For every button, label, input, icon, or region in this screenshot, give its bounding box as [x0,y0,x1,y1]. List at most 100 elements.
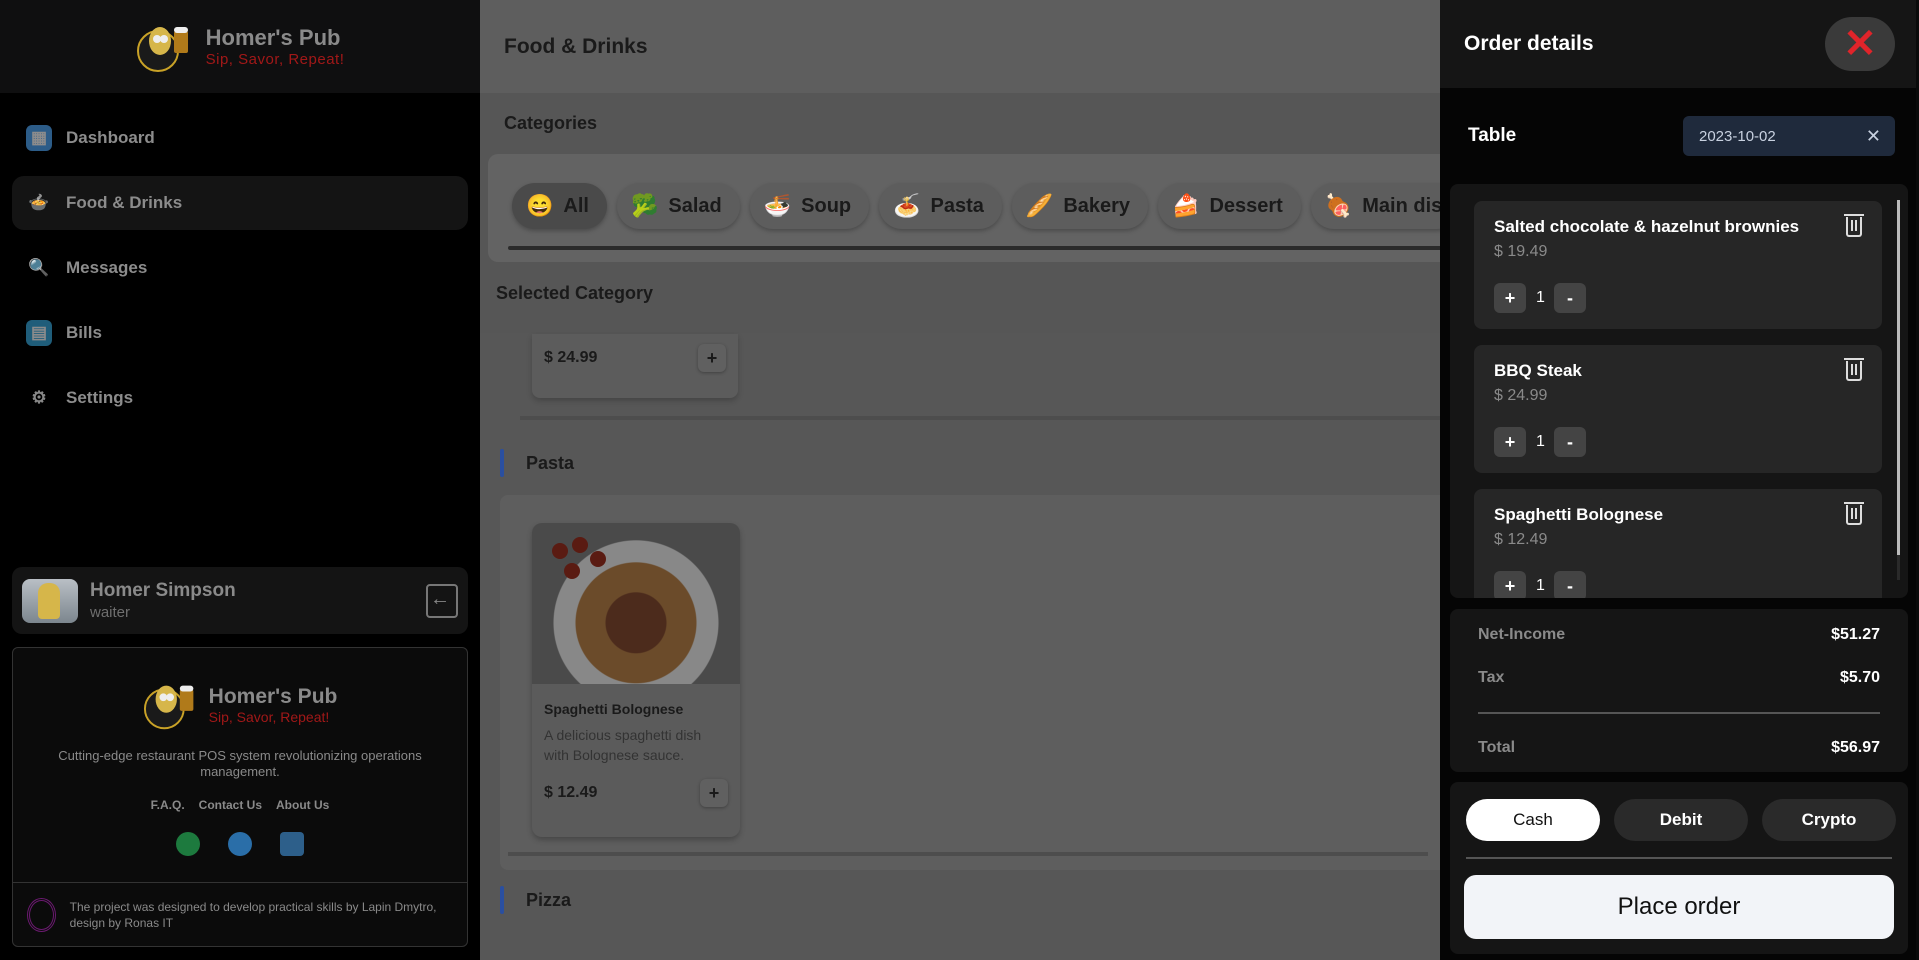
sidebar-item-dashboard[interactable]: ▦ Dashboard [12,111,468,165]
sidebar-item-settings[interactable]: ⚙ Settings [12,371,468,425]
whatsapp-icon[interactable] [176,832,200,856]
categories-title: Categories [504,113,598,133]
user-name: Homer Simpson [90,580,236,601]
about-us-link[interactable]: About Us [276,798,329,812]
broccoli-icon: 🥦 [630,193,659,218]
payment-cash-button[interactable]: Cash [1466,799,1600,841]
sidebar-item-label: Food & Drinks [66,193,183,212]
sidebar-item-label: Bills [66,323,102,342]
totals-divider [1478,712,1880,714]
contact-us-link[interactable]: Contact Us [199,798,262,812]
footer-links: F.A.Q. Contact Us About Us [13,798,467,812]
tax-value: $5.70 [1839,669,1880,686]
footer-credit: The project was designed to develop prac… [69,899,437,930]
place-order-button[interactable]: Place order [1464,875,1894,939]
order-item-name: Spaghetti Bolognese [1494,505,1664,524]
quantity-value: 1 [1536,577,1545,594]
section-divider [520,416,1440,420]
food-image [532,523,740,684]
add-to-order-button[interactable]: + [698,344,726,372]
brand-tagline: Sip, Savor, Repeat! [205,51,345,68]
close-button[interactable]: ✕ [1825,17,1895,71]
trash-icon[interactable] [1844,502,1864,525]
payment-divider [1466,857,1892,859]
user-card: Homer Simpson waiter [12,567,468,634]
clear-icon[interactable]: ✕ [1866,126,1881,147]
category-chip-main-dish[interactable]: 🍖 Main dis [1310,183,1461,229]
homer-logo [143,685,194,730]
food-name: Spaghetti Bolognese [544,701,684,717]
order-item: Spaghetti Bolognese $ 12.49 + 1 - [1474,489,1882,598]
section-label: Pasta [526,452,575,473]
soup-icon: 🍜 [763,193,792,218]
baguette-icon: 🥖 [1025,193,1054,218]
meat-icon: 🍖 [1324,193,1353,218]
category-label: Main dis [1362,194,1443,217]
category-chip-bakery[interactable]: 🥖 Bakery [1011,183,1149,229]
sidebar-item-label: Settings [66,388,134,407]
telegram-icon[interactable] [228,832,252,856]
category-label: Salad [668,194,722,217]
pasta-icon: 🍝 [893,193,921,218]
close-icon: ✕ [1843,22,1877,66]
food-card-partial: $ 24.99 + [532,334,738,398]
sidebar: Homer's Pub Sip, Savor, Repeat! ▦ Dashbo… [0,0,480,960]
food-price: $ 24.99 [544,349,598,366]
page-title: Food & Drinks [480,0,1440,93]
food-description: A delicious spaghetti dish with Bolognes… [544,727,702,763]
footer-brand: Homer's Pub Sip, Savor, Repeat! [13,674,467,736]
mail-icon[interactable] [280,832,304,856]
category-chip-all[interactable]: 😄 All [512,183,607,229]
category-label: All [563,194,589,217]
brand: Homer's Pub Sip, Savor, Repeat! [0,0,480,93]
section-label: Pizza [526,889,572,910]
decrease-quantity-button[interactable]: - [1554,571,1586,598]
net-income-label: Net-Income [1478,626,1566,643]
order-item-name: BBQ Steak [1494,361,1582,380]
food-icon: 🍲 [28,193,50,212]
category-label: Soup [801,194,852,217]
footer-description: Cutting-edge restaurant POS system revol… [58,748,422,779]
category-label: Bakery [1063,194,1131,217]
food-card[interactable]: Spaghetti Bolognese A delicious spaghett… [532,523,740,837]
sidebar-item-bills[interactable]: ▤ Bills [12,306,468,360]
fingerprint-icon [27,897,56,932]
brand-name: Homer's Pub [205,25,341,50]
categories-scrollbar[interactable] [508,246,1468,250]
order-item-name: Salted chocolate & hazelnut brownies [1494,217,1800,236]
category-chip-salad[interactable]: 🥦 Salad [616,183,740,229]
order-items-scrollbar[interactable] [1897,200,1900,580]
decrease-quantity-button[interactable]: - [1554,283,1586,313]
faq-link[interactable]: F.A.Q. [151,798,185,812]
net-income-value: $51.27 [1831,626,1880,643]
increase-quantity-button[interactable]: + [1494,283,1526,313]
category-chip-soup[interactable]: 🍜 Soup [749,183,870,229]
order-details-panel: Order details ✕ Table 2023-10-02 ✕ Salte… [1440,0,1919,960]
trash-icon[interactable] [1844,214,1864,237]
logout-icon[interactable] [426,583,458,618]
order-totals: Net-Income $51.27 Tax $5.70 Total $56.97 [1450,609,1908,772]
increase-quantity-button[interactable]: + [1494,427,1526,457]
section-divider [508,852,1428,856]
avatar [22,578,78,623]
bills-icon: ▤ [26,320,52,346]
payment-debit-button[interactable]: Debit [1614,799,1748,841]
category-chip-dessert[interactable]: 🍰 Dessert [1158,183,1301,229]
sidebar-item-food-drinks[interactable]: 🍲 Food & Drinks [12,176,468,230]
increase-quantity-button[interactable]: + [1494,571,1526,598]
category-chips: 😄 All 🥦 Salad 🍜 Soup 🍝 Pasta 🥖 Bakery 🍰 Desser… [512,183,1461,229]
category-label: Pasta [930,194,984,217]
dashboard-icon: ▦ [26,125,52,151]
section-accent-bar [500,886,504,914]
sidebar-item-messages[interactable]: 🔍 Messages [12,241,468,295]
payment-crypto-button[interactable]: Crypto [1762,799,1896,841]
smile-icon: 😄 [526,193,554,218]
category-chip-pasta[interactable]: 🍝 Pasta [879,183,1002,229]
trash-icon[interactable] [1844,358,1864,381]
decrease-quantity-button[interactable]: - [1554,427,1586,457]
add-to-order-button[interactable]: + [700,779,728,807]
gear-icon: ⚙ [31,388,47,407]
table-date-field[interactable]: 2023-10-02 ✕ [1683,116,1895,156]
total-label: Total [1478,739,1516,756]
order-item-price: $ 12.49 [1494,531,1548,548]
